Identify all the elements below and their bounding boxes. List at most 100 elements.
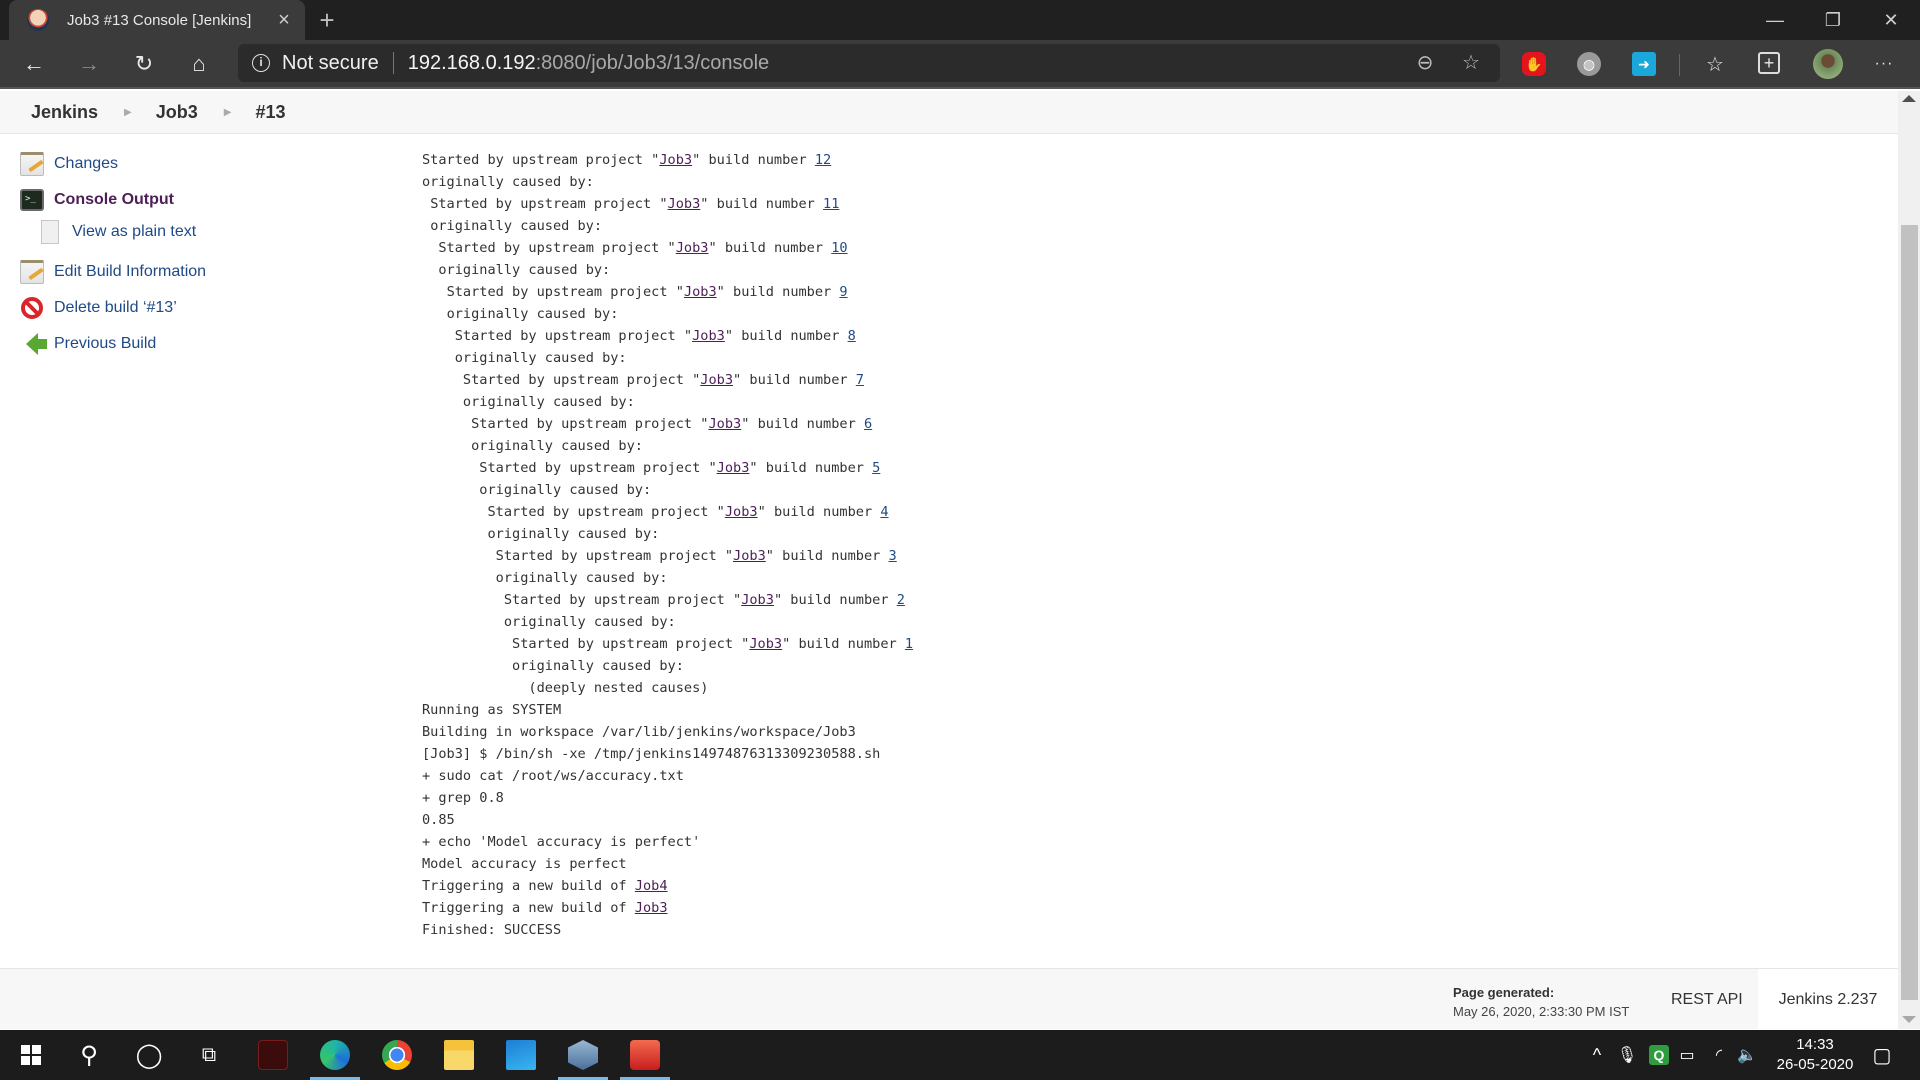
info-icon[interactable]: i	[252, 54, 270, 72]
project-link[interactable]: Job3	[717, 460, 750, 476]
trigger-job-link[interactable]: Job4	[635, 878, 668, 894]
chrome-app[interactable]	[368, 1030, 426, 1080]
minimize-button[interactable]: —	[1747, 0, 1803, 40]
new-tab-button[interactable]: +	[312, 6, 342, 36]
build-number-link[interactable]: 10	[831, 240, 847, 256]
page-scrollbar[interactable]	[1898, 91, 1920, 1029]
refresh-button[interactable]: ↻	[126, 46, 162, 82]
console-text: originally caused by:	[487, 526, 660, 542]
console-text: " build number	[749, 460, 873, 476]
project-link[interactable]: Job3	[676, 240, 709, 256]
breadcrumb-build-13[interactable]: #13	[255, 102, 285, 123]
sidebar-item-label[interactable]: Delete build ‘#13’	[54, 299, 177, 317]
microphone-icon[interactable]: 🎙	[1614, 1030, 1640, 1080]
toolbar-separator	[1679, 54, 1680, 76]
project-link[interactable]: Job3	[659, 152, 692, 168]
breadcrumb-job3[interactable]: Job3	[156, 102, 198, 123]
start-button[interactable]	[2, 1030, 60, 1080]
more-icon[interactable]: ···	[1872, 52, 1896, 76]
close-window-button[interactable]: ✕	[1863, 0, 1919, 40]
sidebar-item-label[interactable]: Changes	[54, 155, 118, 173]
project-link[interactable]: Job3	[684, 284, 717, 300]
system-clock[interactable]: 14:33 26-05-2020	[1760, 1035, 1870, 1075]
jenkins-version-link[interactable]: Jenkins 2.237	[1758, 969, 1898, 1030]
virtualbox-app[interactable]	[554, 1030, 612, 1080]
breadcrumb-jenkins[interactable]: Jenkins	[31, 102, 98, 123]
tab-close-icon[interactable]: ×	[269, 9, 299, 32]
cortana-icon[interactable]: ◯	[120, 1030, 178, 1080]
project-link[interactable]: Job3	[749, 636, 782, 652]
adblock-icon[interactable]: ✋	[1522, 52, 1546, 76]
sidebar-item-label[interactable]: View as plain text	[72, 223, 196, 241]
project-link[interactable]: Job3	[725, 504, 758, 520]
scrollbar-thumb[interactable]	[1901, 225, 1918, 1000]
zoom-out-icon[interactable]: ⊖	[1414, 52, 1436, 74]
project-link[interactable]: Job3	[668, 196, 701, 212]
sidebar-item-label[interactable]: Previous Build	[54, 335, 156, 353]
app-64[interactable]	[616, 1030, 674, 1080]
security-label[interactable]: Not secure	[282, 52, 379, 75]
volume-icon[interactable]: 🔈	[1734, 1030, 1760, 1080]
build-number-link[interactable]: 11	[823, 196, 839, 212]
breadcrumb-chevron-icon[interactable]: ▶	[224, 107, 232, 118]
q-app-icon[interactable]: Q	[1646, 1030, 1672, 1080]
forward-button[interactable]: →	[71, 46, 107, 82]
browser-tab[interactable]: Job3 #13 Console [Jenkins] ×	[9, 0, 305, 40]
build-number-link[interactable]: 3	[889, 548, 897, 564]
project-link[interactable]: Job3	[692, 328, 725, 344]
msi-dragon-app[interactable]	[244, 1030, 302, 1080]
battery-icon[interactable]: ▭	[1674, 1030, 1700, 1080]
search-icon[interactable]: ⚲	[60, 1030, 118, 1080]
page-generated: Page generated: May 26, 2020, 2:33:30 PM…	[1453, 985, 1629, 1019]
build-number-link[interactable]: 12	[815, 152, 831, 168]
sidebar-item-label[interactable]: Console Output	[54, 191, 174, 209]
home-button[interactable]: ⌂	[181, 46, 217, 82]
sidebar-item-label[interactable]: Edit Build Information	[54, 263, 206, 281]
restore-button[interactable]: ❐	[1805, 0, 1861, 40]
build-number-link[interactable]: 7	[856, 372, 864, 388]
build-number-link[interactable]: 1	[905, 636, 913, 652]
build-number-link[interactable]: 9	[839, 284, 847, 300]
extension-icon[interactable]: ➜	[1632, 52, 1656, 76]
scroll-down-icon[interactable]	[1902, 1016, 1916, 1023]
console-line: originally caused by:	[422, 479, 913, 501]
project-link[interactable]: Job3	[741, 592, 774, 608]
build-number-link[interactable]: 2	[897, 592, 905, 608]
sidebar-item-delete-build[interactable]: Delete build ‘#13’	[20, 295, 177, 321]
wifi-icon[interactable]: ◜	[1706, 1030, 1732, 1080]
url-host: 192.168.0.192	[407, 51, 536, 74]
favorites-icon[interactable]: ☆	[1703, 52, 1727, 76]
build-number-link[interactable]: 6	[864, 416, 872, 432]
collections-icon[interactable]: +	[1758, 52, 1780, 74]
build-number-link[interactable]: 5	[872, 460, 880, 476]
address-bar[interactable]: i Not secure 192.168.0.192 :8080/job/Job…	[238, 44, 1500, 82]
console-line: originally caused by:	[422, 391, 913, 413]
breadcrumb-chevron-icon[interactable]: ▶	[124, 107, 132, 118]
rest-api-link[interactable]: REST API	[1671, 991, 1743, 1009]
sidebar-item-previous-build[interactable]: Previous Build	[20, 331, 156, 357]
edge-app[interactable]	[306, 1030, 364, 1080]
build-number-link[interactable]: 4	[880, 504, 888, 520]
page-generated-label: Page generated:	[1453, 985, 1555, 1000]
mail-app[interactable]	[492, 1030, 550, 1080]
trigger-job-link[interactable]: Job3	[635, 900, 668, 916]
notifications-icon[interactable]: ▢	[1864, 1030, 1900, 1080]
project-link[interactable]: Job3	[700, 372, 733, 388]
project-link[interactable]: Job3	[733, 548, 766, 564]
sidebar-item-edit-build-information[interactable]: Edit Build Information	[20, 259, 206, 285]
profile-avatar[interactable]	[1813, 49, 1843, 79]
scroll-up-icon[interactable]	[1902, 95, 1916, 102]
build-number-link[interactable]: 8	[848, 328, 856, 344]
sidebar-item-console-output[interactable]: >_ Console Output	[20, 187, 174, 213]
back-button[interactable]: ←	[16, 46, 52, 82]
file-explorer-app[interactable]	[430, 1030, 488, 1080]
add-favorite-icon[interactable]: ☆	[1460, 52, 1482, 74]
globe-icon[interactable]: ◍	[1577, 52, 1601, 76]
clock-date: 26-05-2020	[1776, 1056, 1854, 1073]
sidebar-item-changes[interactable]: Changes	[20, 151, 118, 177]
project-link[interactable]: Job3	[708, 416, 741, 432]
console-text: " build number	[716, 284, 840, 300]
tray-chevron-icon[interactable]: ^	[1584, 1030, 1610, 1080]
sidebar-item-view-plain-text[interactable]: View as plain text	[38, 219, 196, 245]
task-view-icon[interactable]: ⧉	[180, 1030, 238, 1080]
